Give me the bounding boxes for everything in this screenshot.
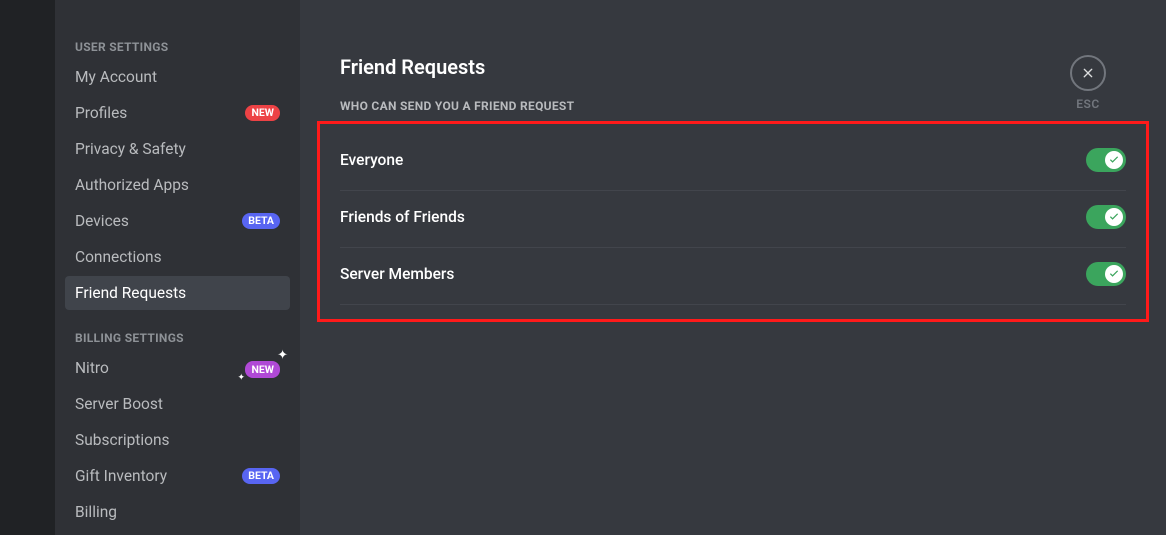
close-button[interactable] <box>1070 55 1106 91</box>
toggle-knob <box>1105 265 1123 283</box>
sidebar: USER SETTINGS My Account Profiles NEW Pr… <box>55 0 300 535</box>
sidebar-item-subscriptions[interactable]: Subscriptions <box>65 423 290 457</box>
sidebar-item-profiles[interactable]: Profiles NEW <box>65 96 290 130</box>
sidebar-separator <box>75 318 280 319</box>
sidebar-item-privacy-safety[interactable]: Privacy & Safety <box>65 132 290 166</box>
sidebar-item-label: Billing <box>75 502 117 522</box>
sparkle-icon: ✦ <box>237 368 245 388</box>
beta-badge: BETA <box>242 468 280 484</box>
new-badge: NEW <box>245 105 280 121</box>
left-gutter <box>0 0 55 535</box>
close-icon <box>1080 65 1096 81</box>
sparkle-icon: ✦ <box>277 346 288 366</box>
sidebar-header-billing: BILLING SETTINGS <box>65 331 290 351</box>
toggle-friends-of-friends[interactable] <box>1086 205 1126 229</box>
sidebar-header-user: USER SETTINGS <box>65 40 290 60</box>
sidebar-item-my-account[interactable]: My Account <box>65 60 290 94</box>
sidebar-item-nitro[interactable]: Nitro NEW ✦ ✦ <box>65 351 290 385</box>
sidebar-item-label: My Account <box>75 67 157 87</box>
toggle-row-everyone: Everyone <box>340 134 1126 191</box>
close-label: ESC <box>1076 97 1099 111</box>
sparkle-wrap: NEW ✦ ✦ <box>245 358 280 378</box>
sidebar-item-label: Privacy & Safety <box>75 139 186 159</box>
sidebar-item-label: Devices <box>75 211 129 231</box>
sidebar-item-devices[interactable]: Devices BETA <box>65 204 290 238</box>
toggle-server-members[interactable] <box>1086 262 1126 286</box>
highlight-annotation: Everyone Friends of Friends Serv <box>317 121 1149 322</box>
toggle-row-friends-of-friends: Friends of Friends <box>340 191 1126 248</box>
check-icon <box>1108 211 1120 223</box>
sidebar-item-server-boost[interactable]: Server Boost <box>65 387 290 421</box>
sidebar-item-label: Nitro <box>75 358 109 378</box>
sidebar-item-label: Server Boost <box>75 394 163 414</box>
sidebar-item-connections[interactable]: Connections <box>65 240 290 274</box>
sidebar-item-authorized-apps[interactable]: Authorized Apps <box>65 168 290 202</box>
sidebar-item-label: Gift Inventory <box>75 466 167 486</box>
nitro-new-badge: NEW <box>245 361 280 378</box>
toggle-knob <box>1105 151 1123 169</box>
toggle-label: Everyone <box>340 151 403 169</box>
sidebar-item-label: Subscriptions <box>75 430 170 450</box>
section-header: WHO CAN SEND YOU A FRIEND REQUEST <box>340 99 1126 113</box>
toggle-knob <box>1105 208 1123 226</box>
toggle-everyone[interactable] <box>1086 148 1126 172</box>
sidebar-item-friend-requests[interactable]: Friend Requests <box>65 276 290 310</box>
page-title: Friend Requests <box>340 55 1126 79</box>
content-area: ESC Friend Requests WHO CAN SEND YOU A F… <box>300 0 1166 535</box>
sidebar-item-label: Authorized Apps <box>75 175 189 195</box>
toggle-label: Server Members <box>340 265 454 283</box>
sidebar-item-billing[interactable]: Billing <box>65 495 290 529</box>
toggle-label: Friends of Friends <box>340 208 465 226</box>
check-icon <box>1108 268 1120 280</box>
sidebar-item-label: Profiles <box>75 103 127 123</box>
beta-badge: BETA <box>242 213 280 229</box>
check-icon <box>1108 154 1120 166</box>
sidebar-item-label: Connections <box>75 247 162 267</box>
sidebar-item-gift-inventory[interactable]: Gift Inventory BETA <box>65 459 290 493</box>
close-area: ESC <box>1070 55 1106 111</box>
toggle-row-server-members: Server Members <box>340 248 1126 305</box>
sidebar-item-label: Friend Requests <box>75 283 186 303</box>
